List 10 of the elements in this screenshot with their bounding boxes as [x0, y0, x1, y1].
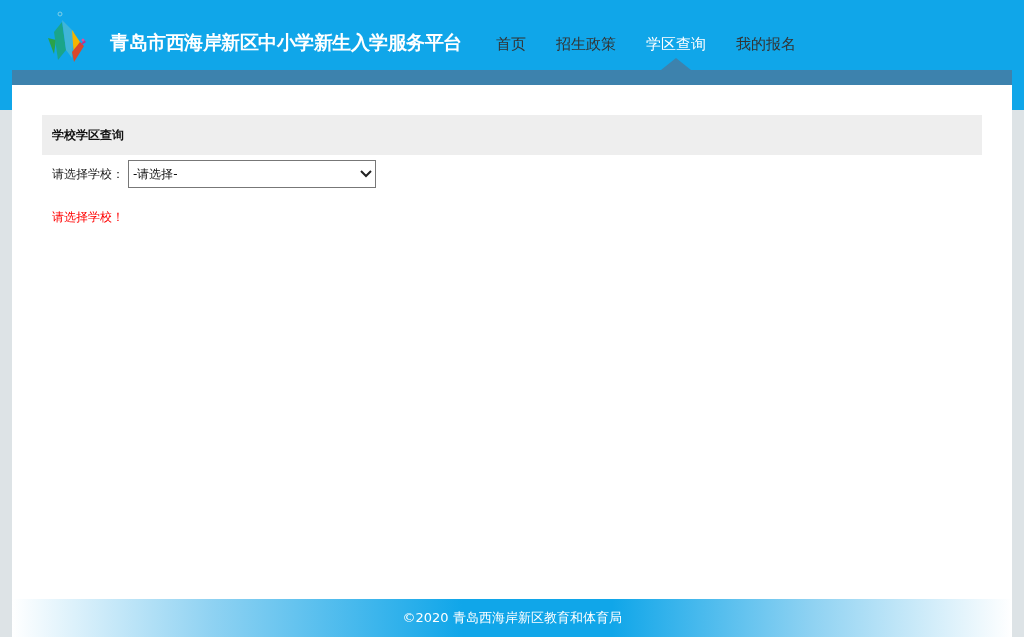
chevron-down-icon	[360, 170, 372, 178]
field-label: 请选择学校：	[52, 165, 124, 183]
error-message: 请选择学校！	[51, 209, 125, 226]
nav-link[interactable]: 首页	[495, 35, 526, 70]
nav-link[interactable]: 我的报名	[735, 35, 796, 70]
panel-title: 学校学区查询	[52, 126, 124, 144]
nav-link[interactable]: 招生政策	[555, 35, 616, 70]
school-select[interactable]: -请选择-	[128, 160, 376, 188]
copyright-text: ©2020 青岛西海岸新区教育和体育局	[402, 609, 622, 627]
site-title: 青岛市西海岸新区中小学新生入学服务平台	[110, 30, 462, 55]
